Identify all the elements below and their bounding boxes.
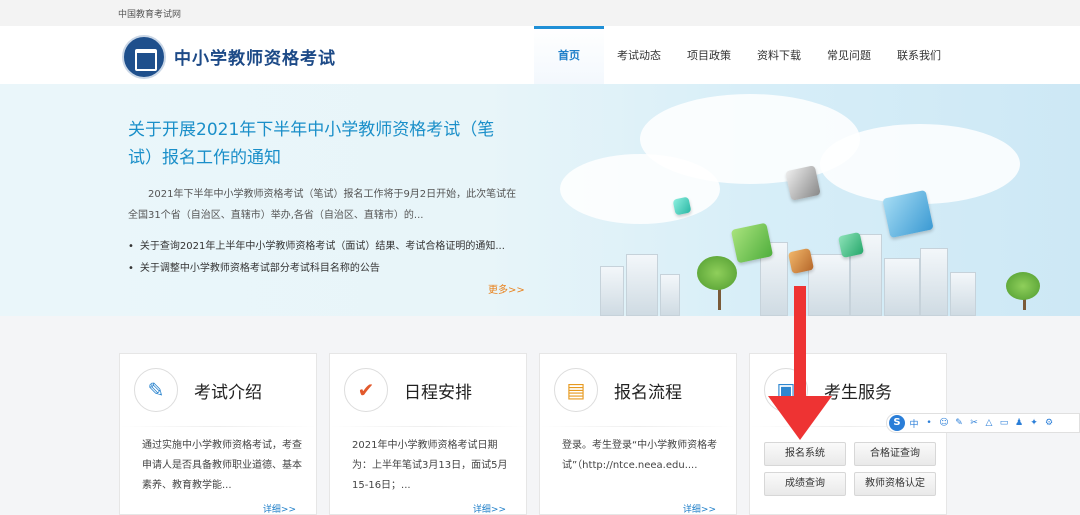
card-divider <box>540 426 736 427</box>
building-decoration <box>600 266 624 316</box>
card-title[interactable]: 报名流程 <box>614 378 682 403</box>
top-site-link[interactable]: 中国教育考试网 <box>118 7 181 20</box>
tree-decoration <box>697 256 737 290</box>
grey-cube-decoration <box>785 165 821 201</box>
banner-news-link[interactable]: 关于调整中小学教师资格考试部分考试科目名称的公告 <box>128 259 380 274</box>
card-body: 登录。考生登录“中小学教师资格考试”（http://ntce.neea.edu.… <box>562 440 718 471</box>
small-cube-decoration <box>672 196 692 216</box>
document-edit-icon: ✎ <box>134 368 178 412</box>
red-arrow-annotation <box>794 286 806 402</box>
card-body: 通过实施中小学教师资格考试，考查申请人是否具备教师职业道德、基本素养、教育教学能… <box>142 440 302 491</box>
ime-punctuation-icon[interactable]: • <box>923 418 935 428</box>
nav-downloads[interactable]: 资料下载 <box>744 26 814 84</box>
building-decoration <box>950 272 976 316</box>
ime-screenshot-icon[interactable]: ✂ <box>968 418 980 428</box>
main-nav: 首页 考试动态 项目政策 资料下载 常见问题 联系我们 <box>534 26 954 84</box>
card-title[interactable]: 考生服务 <box>824 378 892 403</box>
registration-system-button[interactable]: 报名系统 <box>764 442 846 466</box>
banner-more-link[interactable]: 更多>> <box>488 281 525 296</box>
teacher-certification-button[interactable]: 教师资格认定 <box>854 472 936 496</box>
building-decoration <box>808 254 850 316</box>
ime-skin-icon[interactable]: ✦ <box>1028 418 1040 428</box>
certificate-query-button[interactable]: 合格证查询 <box>854 442 936 466</box>
building-decoration <box>626 254 658 316</box>
ime-language-toggle[interactable]: 中 <box>908 417 920 430</box>
teal-cube-decoration <box>837 231 865 259</box>
card-body: 2021年中小学教师资格考试日期为：上半年笔试3月13日，面试5月15-16日；… <box>352 440 508 491</box>
top-bar: 中国教育考试网 <box>0 0 1080 27</box>
input-method-toolbar: S 中 • ☺ ✎ ✂ △ ▭ ♟ ✦ ⚙ <box>886 413 1080 433</box>
card-divider <box>330 426 526 427</box>
card-exam-intro: ✎ 考试介绍 通过实施中小学教师资格考试，考查申请人是否具备教师职业道德、基本素… <box>119 353 317 515</box>
card-schedule: ✔ 日程安排 2021年中小学教师资格考试日期为：上半年笔试3月13日，面试5月… <box>329 353 527 515</box>
site-logo-icon[interactable] <box>122 35 166 79</box>
ime-handwriting-icon[interactable]: ✎ <box>953 418 965 428</box>
card-more-link[interactable]: 详细>> <box>263 502 296 515</box>
nav-home[interactable]: 首页 <box>534 26 604 84</box>
card-divider <box>120 426 316 427</box>
building-decoration <box>920 248 948 316</box>
banner-headline[interactable]: 关于开展2021年下半年中小学教师资格考试（笔试）报名工作的通知 <box>128 116 508 172</box>
card-title[interactable]: 日程安排 <box>404 378 472 403</box>
banner-news-link[interactable]: 关于查询2021年上半年中小学教师资格考试（面试）结果、考试合格证明的通知... <box>128 237 505 252</box>
cloud-decoration <box>560 154 720 224</box>
card-more-link[interactable]: 详细>> <box>683 502 716 515</box>
checkmark-icon: ✔ <box>344 368 388 412</box>
header: 中小学教师资格考试 首页 考试动态 项目政策 资料下载 常见问题 联系我们 <box>0 26 1080 84</box>
blue-cube-decoration <box>882 189 934 239</box>
score-query-button[interactable]: 成绩查询 <box>764 472 846 496</box>
ime-logo-icon[interactable]: S <box>889 415 905 431</box>
card-registration-process: ▤ 报名流程 登录。考生登录“中小学教师资格考试”（http://ntce.ne… <box>539 353 737 515</box>
nav-exam-news[interactable]: 考试动态 <box>604 26 674 84</box>
building-decoration <box>660 274 680 316</box>
ime-user-icon[interactable]: ♟ <box>1013 418 1025 428</box>
nav-policy[interactable]: 项目政策 <box>674 26 744 84</box>
ime-emoji-icon[interactable]: ☺ <box>938 418 950 428</box>
card-title[interactable]: 考试介绍 <box>194 378 262 403</box>
ime-keyboard-icon[interactable]: ▭ <box>998 418 1010 428</box>
nav-contact[interactable]: 联系我们 <box>884 26 954 84</box>
card-more-link[interactable]: 详细>> <box>473 502 506 515</box>
ime-cloud-icon[interactable]: △ <box>983 418 995 428</box>
tree-decoration <box>1006 272 1040 300</box>
site-title[interactable]: 中小学教师资格考试 <box>174 44 336 69</box>
red-arrow-head-annotation <box>768 396 832 440</box>
nav-faq[interactable]: 常见问题 <box>814 26 884 84</box>
banner-summary: 2021年下半年中小学教师资格考试（笔试）报名工作将于9月2日开始，此次笔试在全… <box>128 189 517 221</box>
orange-cube-decoration <box>787 247 815 275</box>
form-icon: ▤ <box>554 368 598 412</box>
news-banner: 关于开展2021年下半年中小学教师资格考试（笔试）报名工作的通知 2021年下半… <box>0 84 1080 316</box>
building-decoration <box>884 258 920 316</box>
ime-settings-icon[interactable]: ⚙ <box>1043 418 1055 428</box>
